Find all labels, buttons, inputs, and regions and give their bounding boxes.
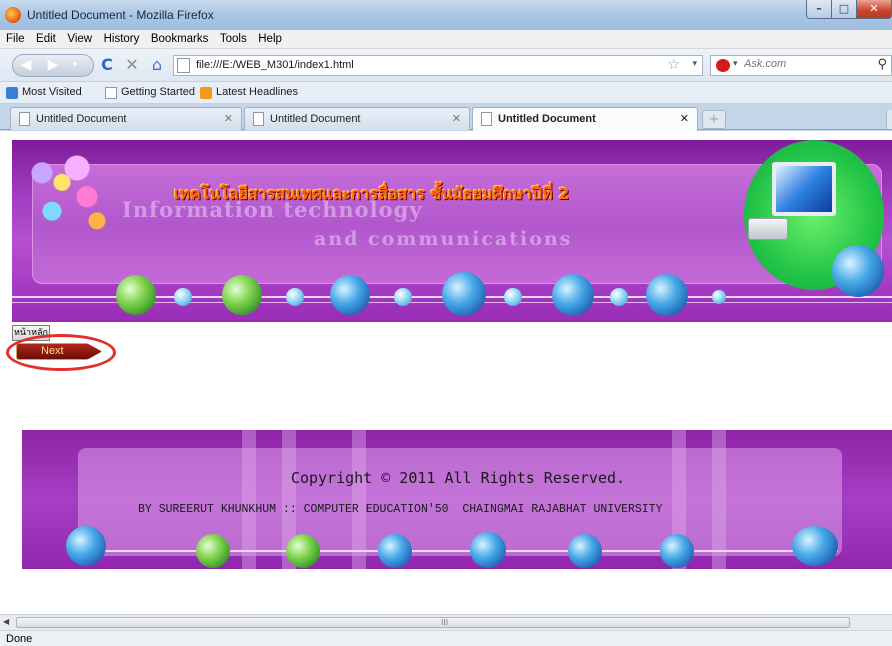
dollar-globe-icon — [116, 275, 156, 315]
bookmark-latest-headlines[interactable]: Latest Headlines — [216, 86, 298, 98]
globe-icon — [286, 534, 320, 568]
copyright-text: Copyright © 2011 All Rights Reserved. — [290, 469, 626, 487]
content-left-edge — [0, 131, 12, 614]
orb-icon — [504, 288, 522, 306]
orb-icon — [394, 288, 412, 306]
document-icon — [253, 112, 264, 126]
back-arrow-icon[interactable]: ◀ — [16, 56, 36, 75]
reload-icon[interactable]: C — [98, 56, 116, 74]
flower-decoration — [22, 144, 122, 240]
tab-close-icon[interactable]: ✕ — [680, 112, 689, 125]
www-globe-icon — [832, 245, 884, 297]
menu-edit[interactable]: Edit — [32, 30, 60, 45]
navigation-toolbar: ◀ ▶ ▾ C ✕ ⌂ file:///E:/WEB_M301/index1.h… — [0, 49, 892, 82]
getting-started-icon — [105, 87, 117, 99]
magnifier-globe-icon — [646, 274, 688, 316]
bookmark-most-visited[interactable]: Most Visited — [22, 86, 82, 98]
back-forward-group: ◀ ▶ ▾ — [12, 54, 94, 77]
person-globe-icon — [442, 272, 486, 316]
tab-3-active[interactable]: Untitled Document ✕ — [472, 107, 698, 131]
person-globe-icon — [470, 532, 506, 568]
footer-banner: Copyright © 2011 All Rights Reserved. BY… — [22, 430, 892, 569]
forward-arrow-icon[interactable]: ▶ — [43, 56, 63, 75]
tab-label: Untitled Document — [270, 113, 361, 125]
tab-bar: Untitled Document ✕ Untitled Document ✕ … — [0, 104, 892, 131]
tab-1[interactable]: Untitled Document ✕ — [10, 107, 242, 130]
menu-tools[interactable]: Tools — [216, 30, 251, 45]
rss-feed-icon — [200, 87, 212, 99]
header-ghost-text-2: and communications — [314, 228, 573, 250]
magnifier-globe-icon — [660, 534, 694, 568]
bookmark-getting-started[interactable]: Getting Started — [121, 86, 195, 98]
tab-close-icon[interactable]: ✕ — [452, 112, 461, 125]
horizontal-scrollbar[interactable]: ◀ III — [0, 614, 892, 630]
cursor-globe-icon — [552, 274, 594, 316]
minimize-button[interactable]: – — [806, 0, 832, 19]
url-text: file:///E:/WEB_M301/index1.html — [196, 59, 354, 71]
cursor-globe-icon — [568, 534, 602, 568]
window-title: Untitled Document - Mozilla Firefox — [27, 8, 214, 22]
orb-icon — [174, 288, 192, 306]
tab-scroll-right[interactable] — [886, 110, 892, 129]
scrollbar-grip: III — [441, 618, 449, 627]
search-input[interactable] — [744, 58, 864, 70]
maximize-button[interactable]: □ — [831, 0, 857, 19]
page-title: เทคโนโลยีสารสนเทศและการสื่อสาร ชั้นมัธยม… — [174, 184, 570, 203]
author-byline: BY SUREERUT KHUNKHUM :: COMPUTER EDUCATI… — [138, 503, 663, 516]
close-button[interactable]: ✕ — [856, 0, 892, 19]
globe-icon — [222, 275, 262, 315]
status-text: Done — [6, 633, 33, 645]
search-engine-dropdown-icon[interactable]: ▾ — [733, 59, 738, 69]
maximize-icon: □ — [838, 2, 850, 15]
monitor-icon — [772, 162, 836, 216]
menu-file[interactable]: File — [0, 30, 29, 45]
highlight-circle — [6, 334, 116, 371]
page-icon — [177, 58, 190, 73]
orb-icon — [610, 288, 628, 306]
close-icon: ✕ — [869, 2, 879, 15]
most-visited-icon — [6, 87, 18, 99]
document-icon — [481, 112, 492, 126]
bookmarks-toolbar: Most Visited Getting Started Latest Head… — [0, 82, 892, 104]
tab-label: Untitled Document — [36, 113, 127, 125]
menu-view[interactable]: View — [63, 30, 96, 45]
search-box[interactable]: ▾ ⚲ — [710, 55, 892, 76]
computer-tower-icon — [748, 218, 788, 240]
dollar-globe-icon — [196, 534, 230, 568]
www-globe-icon — [792, 526, 838, 566]
history-dropdown-icon[interactable]: ▾ — [65, 56, 85, 75]
document-icon — [19, 112, 30, 126]
stop-icon[interactable]: ✕ — [123, 56, 141, 74]
menu-help[interactable]: Help — [254, 30, 286, 45]
search-icon[interactable]: ⚲ — [877, 57, 887, 72]
header-banner: Information technology and communication… — [12, 140, 892, 322]
new-tab-button[interactable]: + — [702, 110, 726, 129]
tab-2[interactable]: Untitled Document ✕ — [244, 107, 470, 130]
tab-label: Untitled Document — [498, 113, 596, 125]
menu-bar: File Edit View History Bookmarks Tools H… — [0, 30, 892, 49]
www-globe-icon — [66, 526, 106, 566]
ask-logo-icon[interactable] — [716, 59, 730, 72]
orb-icon — [286, 288, 304, 306]
menu-history[interactable]: History — [100, 30, 144, 45]
address-bar[interactable]: file:///E:/WEB_M301/index1.html ☆ ▾ — [173, 55, 703, 76]
status-bar: Done — [0, 630, 892, 646]
bookmark-star-icon[interactable]: ☆ — [667, 57, 680, 73]
title-bar: Untitled Document - Mozilla Firefox – □ … — [0, 0, 892, 30]
scroll-left-icon[interactable]: ◀ — [3, 617, 9, 626]
home-icon[interactable]: ⌂ — [148, 56, 166, 74]
tab-close-icon[interactable]: ✕ — [224, 112, 233, 125]
orb-icon — [712, 290, 726, 304]
menu-bookmarks[interactable]: Bookmarks — [147, 30, 213, 45]
network-globe-icon — [330, 275, 370, 315]
minimize-icon: – — [816, 2, 822, 15]
page-content: Information technology and communication… — [0, 131, 892, 614]
scrollbar-thumb[interactable]: III — [16, 617, 850, 628]
footer-line — [78, 550, 838, 552]
network-globe-icon — [378, 534, 412, 568]
firefox-icon — [5, 7, 21, 23]
url-dropdown-icon[interactable]: ▾ — [692, 59, 697, 69]
footer-inner-panel — [78, 448, 842, 556]
